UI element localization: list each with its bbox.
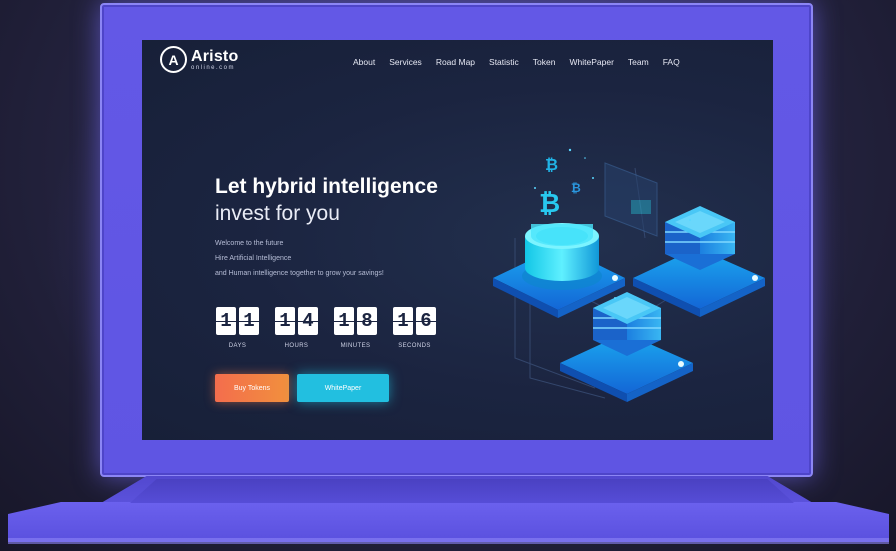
site-logo[interactable]: A Aristo online.com bbox=[160, 46, 238, 73]
nav-services[interactable]: Services bbox=[389, 57, 422, 67]
countdown-minutes: 18 MINUTES bbox=[333, 307, 378, 349]
hero-title: Let hybrid intelligence bbox=[215, 175, 438, 198]
countdown-label: DAYS bbox=[228, 343, 247, 349]
logo-name: Aristo bbox=[191, 47, 239, 65]
laptop-base bbox=[8, 502, 889, 542]
digit: 1 bbox=[334, 307, 354, 335]
nav-team[interactable]: Team bbox=[628, 57, 649, 67]
buy-tokens-button[interactable]: Buy Tokens bbox=[215, 374, 289, 402]
laptop-keyboard-deck bbox=[130, 479, 794, 503]
bitcoin-icon: ₿ bbox=[571, 181, 581, 195]
logo-domain: online.com bbox=[191, 64, 236, 71]
hero-description: Welcome to the future Hire Artificial In… bbox=[215, 240, 384, 277]
digit: 1 bbox=[393, 307, 413, 335]
digit: 1 bbox=[239, 307, 259, 335]
digit: 1 bbox=[216, 307, 236, 335]
bitcoin-icon: ₿ bbox=[539, 189, 560, 219]
nav-statistic[interactable]: Statistic bbox=[489, 57, 519, 67]
digit: 4 bbox=[298, 307, 318, 335]
nav-about[interactable]: About bbox=[353, 57, 375, 67]
main-nav: About Services Road Map Statistic Token … bbox=[353, 57, 680, 67]
countdown-hours: 14 HOURS bbox=[274, 307, 319, 349]
hero-subtitle: invest for you bbox=[215, 202, 340, 225]
countdown-timer: 11 DAYS 14 HOURS 18 MINUTES 16 SECONDS bbox=[215, 307, 437, 349]
bitcoin-icon: ₿ bbox=[545, 155, 558, 174]
countdown-seconds: 16 SECONDS bbox=[392, 307, 437, 349]
countdown-label: MINUTES bbox=[340, 343, 371, 349]
logo-icon: A bbox=[160, 46, 187, 73]
digit: 8 bbox=[357, 307, 377, 335]
countdown-label: HOURS bbox=[284, 343, 309, 349]
server-platform-bottom bbox=[560, 292, 693, 402]
glass-panel bbox=[604, 162, 658, 237]
digit: 1 bbox=[275, 307, 295, 335]
whitepaper-button[interactable]: WhitePaper bbox=[297, 374, 389, 402]
digit: 6 bbox=[416, 307, 436, 335]
countdown-days: 11 DAYS bbox=[215, 307, 260, 349]
countdown-label: SECONDS bbox=[398, 343, 431, 349]
laptop-base-edge bbox=[8, 538, 889, 544]
crypto-servers-illustration: ₿ ₿ ₿ bbox=[493, 148, 765, 402]
website-screen: A Aristo online.com About Services Road … bbox=[142, 40, 773, 440]
nav-road-map[interactable]: Road Map bbox=[436, 57, 475, 67]
nav-faq[interactable]: FAQ bbox=[663, 57, 680, 67]
nav-token[interactable]: Token bbox=[533, 57, 556, 67]
nav-whitepaper[interactable]: WhitePaper bbox=[569, 57, 613, 67]
